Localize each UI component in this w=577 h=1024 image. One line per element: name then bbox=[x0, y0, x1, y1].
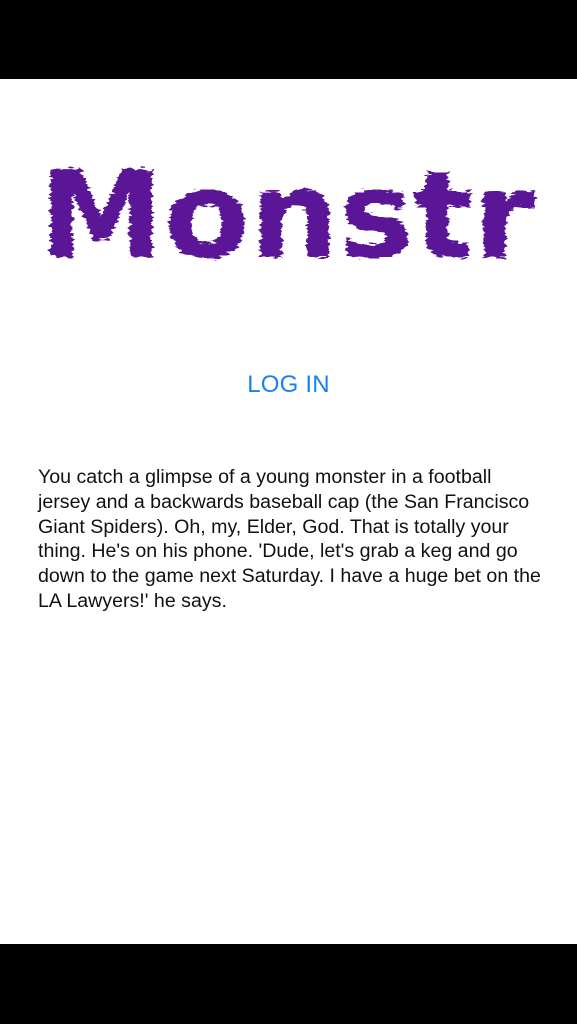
log-in-button[interactable]: LOG IN bbox=[0, 371, 577, 399]
top-letterbox-bar bbox=[0, 0, 577, 79]
logo-wordmark: Monstr bbox=[39, 149, 535, 269]
monstr-logo: Monstr bbox=[34, 149, 540, 269]
login-screen: Monstr LOG IN You catch a glimpse of a y… bbox=[0, 79, 577, 944]
story-text: You catch a glimpse of a young monster i… bbox=[38, 466, 541, 612]
bottom-letterbox-bar bbox=[0, 944, 577, 1024]
